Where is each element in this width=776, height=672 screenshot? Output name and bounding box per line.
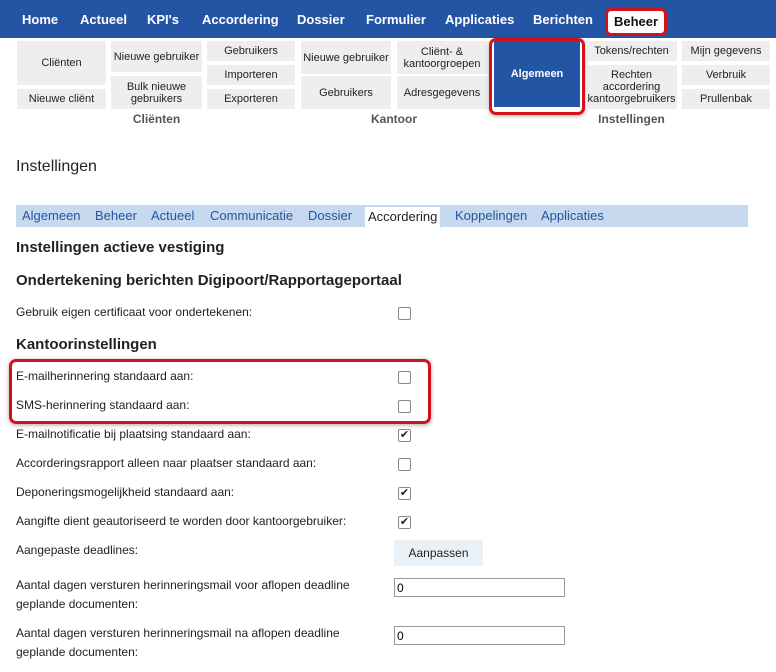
ribbon-kantoorgroepen-button[interactable]: Cliënt- & kantoorgroepen [397,41,487,74]
tab-dossier[interactable]: Dossier [308,205,352,227]
ribbon-gebruikers-button[interactable]: Gebruikers [207,41,295,61]
nav-berichten[interactable]: Berichten [533,0,593,38]
top-nav: Home Actueel KPI's Accordering Dossier F… [0,0,776,38]
ribbon-nieuwe-gebruiker-button[interactable]: Nieuwe gebruiker [111,41,202,72]
section-heading-digipoort: Ondertekening berichten Digipoort/Rappor… [16,272,402,289]
ribbon-nieuwe-client-button[interactable]: Nieuwe cliënt [17,89,106,109]
tab-actueel[interactable]: Actueel [151,205,194,227]
setting-label-email-notificatie: E-mailnotificatie bij plaatsing standaar… [16,427,251,441]
nav-accordering[interactable]: Accordering [202,0,279,38]
tab-algemeen[interactable]: Algemeen [22,205,81,227]
setting-label-autorisatie: Aangifte dient geautoriseerd te worden d… [16,514,347,528]
nav-kpis[interactable]: KPI's [147,0,179,38]
dagen-na-input[interactable] [394,626,565,645]
ribbon-group-kantoor-label: Kantoor [371,112,417,126]
setting-label-accorderingsrapport: Accorderingsrapport alleen naar plaatser… [16,456,317,470]
ribbon-kantoor-gebruikers-button[interactable]: Gebruikers [301,76,391,109]
ribbon-exporteren-button[interactable]: Exporteren [207,89,295,109]
checkbox-email-herinnering[interactable] [398,371,411,384]
checkbox-autorisatie[interactable]: ✔ [398,516,411,529]
tab-koppelingen[interactable]: Koppelingen [455,205,527,227]
section-heading-kantoor: Kantoorinstellingen [16,336,157,353]
setting-label-sms-herinnering: SMS-herinnering standaard aan: [16,398,190,412]
checkbox-eigen-certificaat[interactable] [398,307,411,320]
nav-actueel[interactable]: Actueel [80,0,127,38]
dagen-voor-input[interactable] [394,578,565,597]
ribbon-rechten-accordering-button[interactable]: Rechten accordering kantoorgebruikers [586,65,677,109]
tab-accordering[interactable]: Accordering [364,206,442,228]
page-title: Instellingen [16,158,97,175]
ribbon-toolbar: Cliënten Nieuwe cliënt Nieuwe gebruiker … [0,38,776,130]
setting-label-dagen-na: Aantal dagen versturen herinneringsmail … [16,626,340,659]
ribbon-clienten-button[interactable]: Cliënten [17,41,106,85]
ribbon-importeren-button[interactable]: Importeren [207,65,295,85]
section-heading-vestiging: Instellingen actieve vestiging [16,239,225,256]
ribbon-group-instellingen-label: Instellingen [598,112,665,126]
checkbox-sms-herinnering[interactable] [398,400,411,413]
settings-tabs: Algemeen Beheer Actueel Communicatie Dos… [16,205,748,228]
setting-label-deadlines: Aangepaste deadlines: [16,543,139,557]
setting-label-eigen-certificaat: Gebruik eigen certificaat voor onderteke… [16,305,253,319]
ribbon-verbruik-button[interactable]: Verbruik [682,65,770,85]
setting-label-dagen-voor: Aantal dagen versturen herinneringsmail … [16,578,350,611]
ribbon-kantoor-nieuwe-gebruiker-button[interactable]: Nieuwe gebruiker [301,41,391,74]
ribbon-prullenbak-button[interactable]: Prullenbak [682,89,770,109]
ribbon-mijn-gegevens-button[interactable]: Mijn gegevens [682,41,770,61]
nav-applicaties[interactable]: Applicaties [445,0,514,38]
tab-applicaties[interactable]: Applicaties [541,205,604,227]
aanpassen-button[interactable]: Aanpassen [394,540,483,566]
ribbon-group-clienten-label: Cliënten [132,112,181,126]
highlight-algemeen [489,38,585,115]
ribbon-bulk-gebruikers-button[interactable]: Bulk nieuwe gebruikers [111,76,202,109]
nav-formulier[interactable]: Formulier [366,0,426,38]
tab-communicatie[interactable]: Communicatie [210,205,293,227]
setting-label-deponering: Deponeringsmogelijkheid standaard aan: [16,485,235,499]
setting-label-email-herinnering: E-mailherinnering standaard aan: [16,369,194,383]
checkbox-accorderingsrapport[interactable] [398,458,411,471]
tab-beheer[interactable]: Beheer [95,205,137,227]
ribbon-tokens-rechten-button[interactable]: Tokens/rechten [586,41,677,61]
checkbox-email-notificatie[interactable]: ✔ [398,429,411,442]
checkbox-deponering[interactable]: ✔ [398,487,411,500]
nav-home[interactable]: Home [22,0,58,38]
ribbon-adresgegevens-button[interactable]: Adresgegevens [397,76,487,109]
nav-beheer[interactable]: Beheer [605,8,668,36]
nav-dossier[interactable]: Dossier [297,0,345,38]
